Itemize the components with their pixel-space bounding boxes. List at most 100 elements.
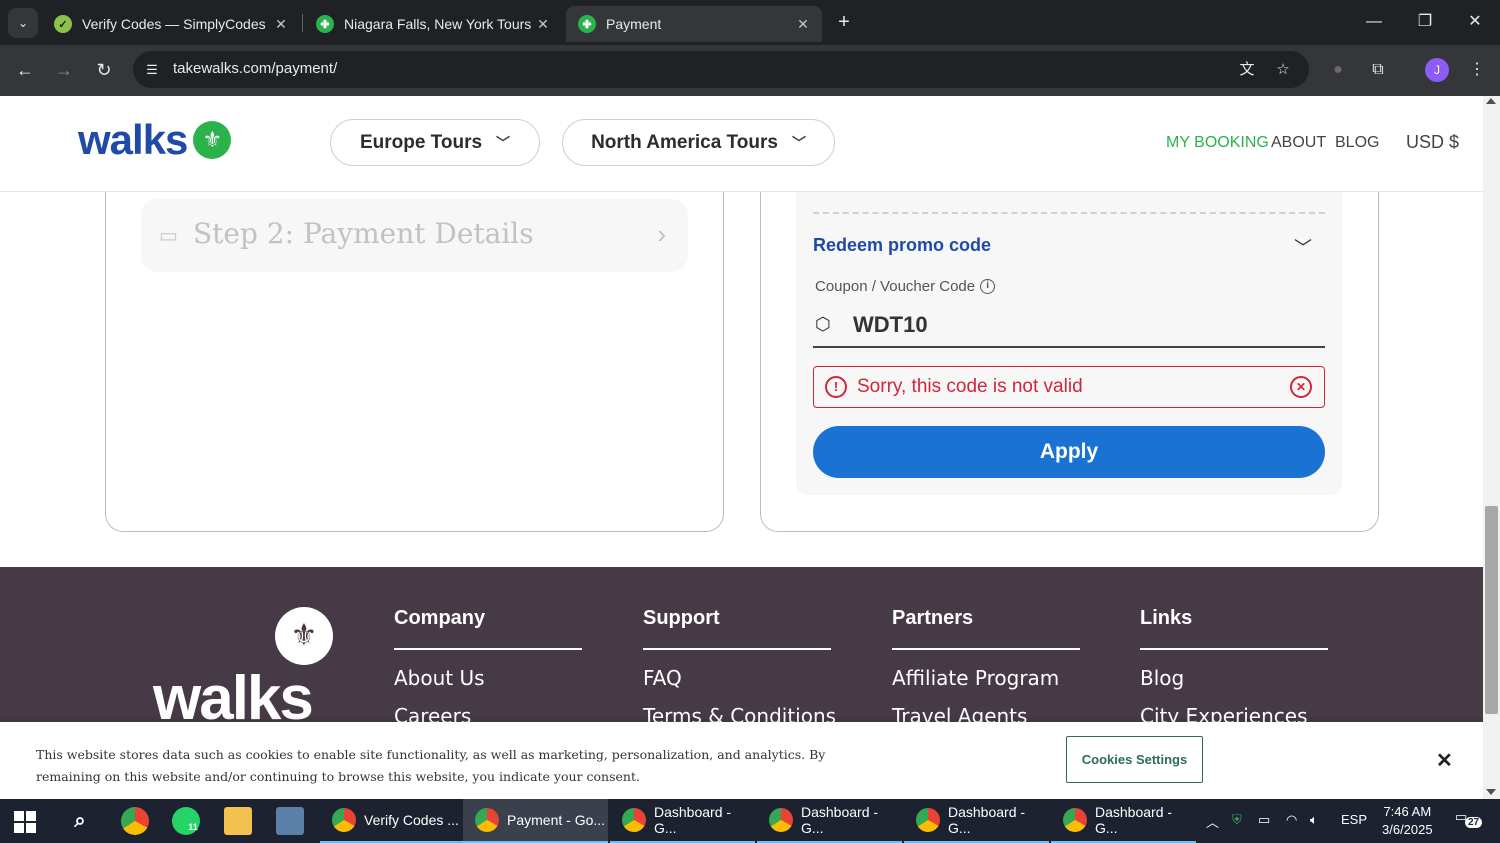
fleur-de-lis-icon: ⚜: [275, 607, 333, 665]
reload-icon[interactable]: ↻: [91, 57, 117, 83]
close-window-icon[interactable]: ✕: [1460, 10, 1490, 34]
taskbar-item-label: Dashboard - G...: [654, 804, 732, 836]
taskbar-item-label: Dashboard - G...: [948, 804, 1026, 836]
walks-favicon-icon: ✤: [578, 15, 596, 33]
browser-tab-niagara[interactable]: ✤ Niagara Falls, New York Tours & ✕: [304, 6, 562, 42]
close-icon[interactable]: ✕: [1436, 748, 1453, 773]
system-clock[interactable]: 7:46 AM 3/6/2025: [1382, 803, 1433, 839]
chrome-icon: [1063, 808, 1087, 832]
redeem-promo-heading[interactable]: Redeem promo code: [813, 235, 991, 256]
logo-text: walks: [78, 116, 188, 163]
chrome-icon: [622, 808, 646, 832]
notification-count: 27: [1465, 817, 1483, 828]
coupon-input[interactable]: ⬡ WDT10: [813, 303, 1325, 348]
step2-payment-details[interactable]: ▭ Step 2: Payment Details ›: [141, 199, 688, 272]
apply-button[interactable]: Apply: [813, 426, 1325, 478]
profile-avatar[interactable]: J: [1425, 58, 1449, 82]
site-settings-icon[interactable]: ☰: [142, 60, 162, 80]
url-text[interactable]: takewalks.com/payment/: [173, 60, 337, 77]
chevron-down-icon[interactable]: ﹀: [1294, 234, 1312, 260]
taskbar-item-verify-codes[interactable]: Verify Codes ...: [320, 799, 465, 843]
whatsapp-icon[interactable]: 11: [172, 807, 200, 835]
simplycodes-favicon-icon: ✓: [54, 15, 72, 33]
tab-title: Payment: [606, 16, 662, 32]
taskbar-item-payment[interactable]: Payment - Go...: [463, 799, 608, 843]
taskbar-item-label: Verify Codes ...: [364, 812, 459, 828]
footer-heading: Support: [643, 607, 831, 650]
address-bar[interactable]: ☰ takewalks.com/payment/ 文 ☆: [133, 51, 1309, 88]
coupon-value[interactable]: WDT10: [853, 312, 928, 338]
whatsapp-badge: 11: [188, 822, 198, 832]
tab-search-button[interactable]: ⌄: [8, 8, 38, 38]
scrollbar-thumb[interactable]: [1485, 506, 1498, 714]
windows-start-icon[interactable]: [14, 811, 36, 833]
chrome-menu-icon[interactable]: ⋮: [1465, 58, 1489, 82]
footer-column-links: Links Blog City Experiences: [1140, 607, 1328, 728]
divider: [813, 212, 1325, 214]
wallet-icon: ▭: [159, 225, 178, 247]
info-icon[interactable]: i: [980, 279, 996, 294]
coupon-error-message: Sorry, this code is not valid: [857, 376, 1083, 397]
file-explorer-icon[interactable]: [224, 807, 252, 835]
browser-tab-payment[interactable]: ✤ Payment ✕: [566, 6, 822, 42]
currency-selector[interactable]: USD $: [1406, 132, 1459, 153]
tab-title: Verify Codes — SimplyCodes: [82, 16, 266, 32]
taskbar-item-dashboard[interactable]: Dashboard - G...: [757, 799, 902, 843]
minimize-icon[interactable]: —: [1359, 10, 1389, 34]
site-logo[interactable]: walks ⚜: [78, 116, 232, 164]
chrome-icon: [332, 808, 356, 832]
chevron-down-icon: ﹀: [496, 134, 511, 151]
browser-tab-simplycodes[interactable]: ✓ Verify Codes — SimplyCodes ✕: [42, 6, 300, 42]
site-header: walks ⚜ Europe Tours ﹀ North America Tou…: [0, 96, 1483, 192]
north-america-tours-dropdown[interactable]: North America Tours ﹀: [562, 119, 835, 166]
tab-close-icon[interactable]: ✕: [792, 16, 814, 33]
coupon-label-text: Coupon / Voucher Code: [815, 278, 976, 295]
search-icon[interactable]: ⌕: [66, 807, 94, 835]
calculator-icon[interactable]: [276, 807, 304, 835]
taskbar-item-dashboard[interactable]: Dashboard - G...: [904, 799, 1049, 843]
scroll-up-icon[interactable]: [1486, 98, 1496, 104]
translate-icon[interactable]: 文: [1236, 59, 1258, 81]
nav-about[interactable]: ABOUT: [1271, 134, 1326, 152]
forward-arrow-icon[interactable]: →: [51, 57, 77, 83]
footer-link-blog[interactable]: Blog: [1140, 666, 1328, 690]
nav-blog[interactable]: BLOG: [1335, 134, 1379, 152]
nav-my-booking[interactable]: MY BOOKING: [1166, 134, 1269, 152]
browser-toolbar: ← → ↻ ☰ takewalks.com/payment/ 文 ☆ ● ⧉ J…: [0, 45, 1500, 96]
notification-center-icon[interactable]: ▭ 27: [1455, 809, 1483, 833]
chevron-right-icon: ›: [657, 219, 666, 249]
show-hidden-icons-icon[interactable]: ︿: [1206, 812, 1219, 831]
footer-heading: Partners: [892, 607, 1080, 650]
cookie-banner: This website stores data such as cookies…: [0, 722, 1483, 799]
footer-link-affiliate[interactable]: Affiliate Program: [892, 666, 1080, 690]
clear-coupon-icon[interactable]: ✕: [1290, 376, 1312, 398]
extensions-icon[interactable]: ⧉: [1366, 58, 1390, 82]
bookmark-star-icon[interactable]: ☆: [1272, 59, 1294, 81]
footer-column-support: Support FAQ Terms & Conditions: [643, 607, 836, 728]
walks-favicon-icon: ✤: [316, 15, 334, 33]
volume-icon[interactable]: 🔈︎: [1310, 812, 1318, 828]
restore-icon[interactable]: ❐: [1410, 10, 1440, 34]
extension-puzzle-dim-icon[interactable]: ●: [1326, 58, 1350, 82]
cookies-settings-button[interactable]: Cookies Settings: [1066, 736, 1203, 783]
wifi-icon[interactable]: ◠: [1286, 812, 1297, 828]
taskbar-item-label: Dashboard - G...: [1095, 804, 1173, 836]
page-scrollbar[interactable]: [1483, 96, 1500, 799]
footer-link-about-us[interactable]: About Us: [394, 666, 582, 690]
taskbar-item-dashboard[interactable]: Dashboard - G...: [610, 799, 755, 843]
input-language[interactable]: ESP: [1341, 812, 1367, 827]
scroll-down-icon[interactable]: [1486, 789, 1496, 795]
windows-taskbar: ⌕ 11 Verify Codes ... Payment - Go... Da…: [0, 799, 1500, 843]
new-tab-icon[interactable]: +: [832, 10, 856, 34]
fleur-de-lis-icon: ⚜: [193, 121, 232, 159]
battery-icon[interactable]: ▭: [1258, 812, 1270, 828]
chrome-icon[interactable]: [121, 807, 149, 835]
footer-column-company: Company About Us Careers: [394, 607, 582, 728]
security-shield-icon[interactable]: ⛨: [1232, 812, 1242, 828]
footer-link-faq[interactable]: FAQ: [643, 666, 831, 690]
taskbar-item-dashboard[interactable]: Dashboard - G...: [1051, 799, 1196, 843]
back-arrow-icon[interactable]: ←: [12, 57, 38, 83]
tab-close-icon[interactable]: ✕: [532, 16, 554, 33]
europe-tours-dropdown[interactable]: Europe Tours ﹀: [330, 119, 540, 166]
tab-close-icon[interactable]: ✕: [270, 16, 292, 33]
